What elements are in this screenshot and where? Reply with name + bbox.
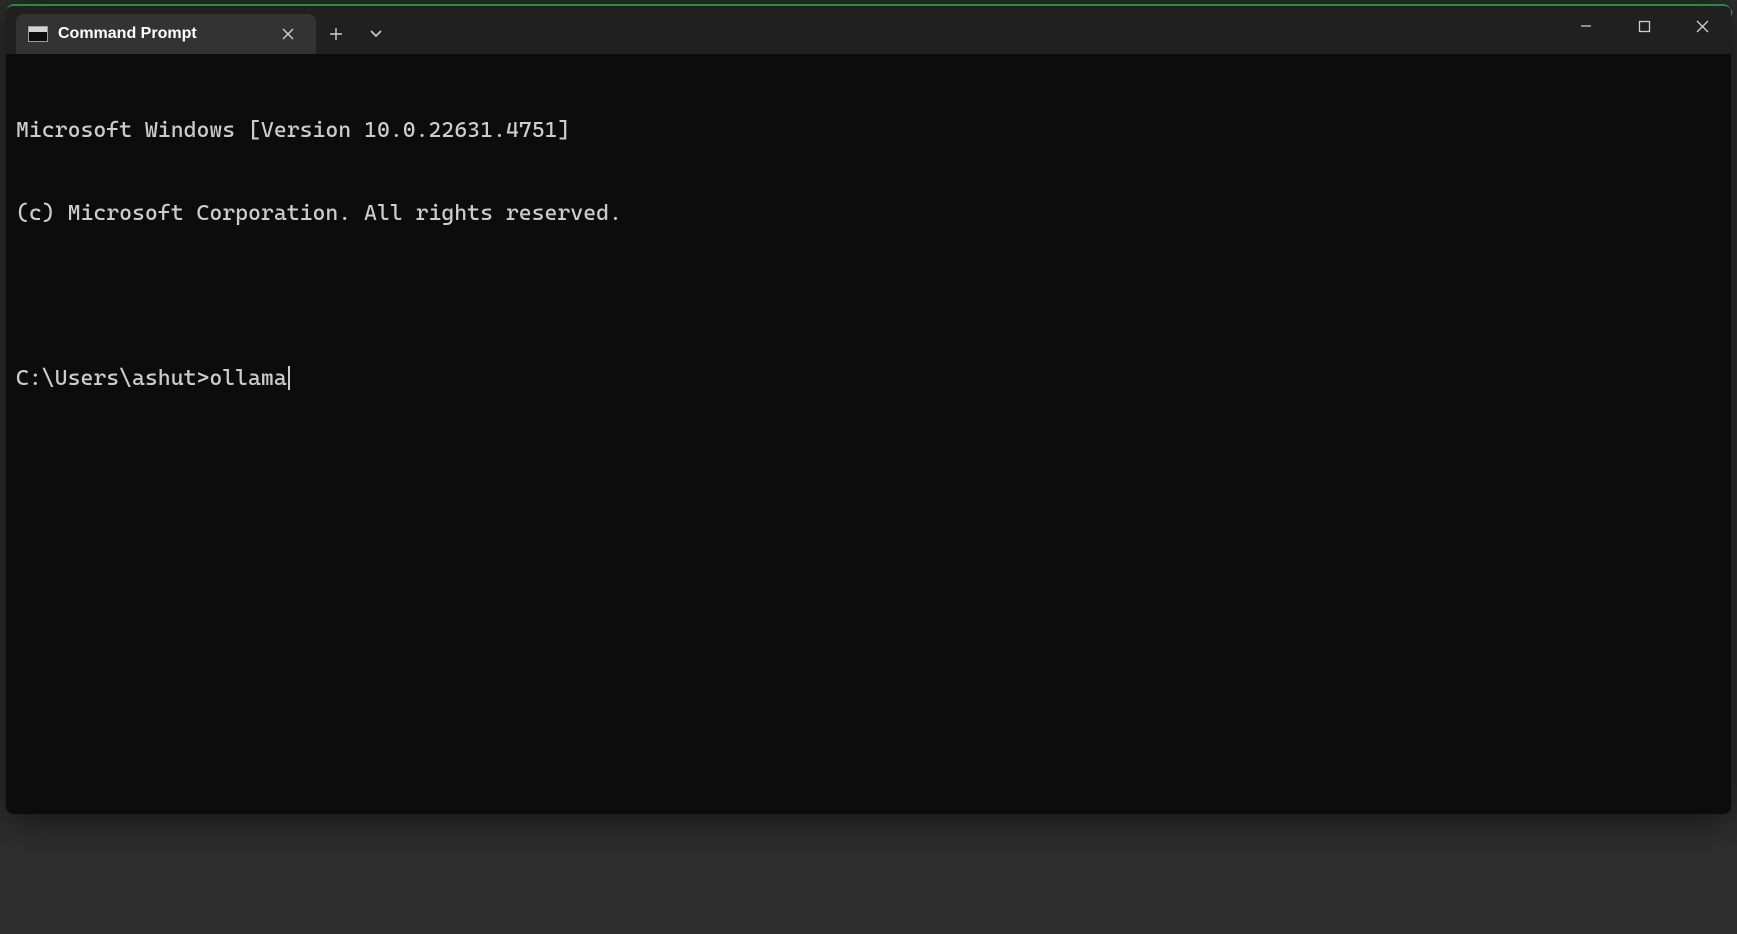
terminal-line-2: (c) Microsoft Corporation. All rights re…	[16, 200, 1721, 228]
terminal-window: Command Prompt	[6, 4, 1731, 814]
new-tab-button[interactable]	[316, 14, 356, 54]
terminal-blank-line	[16, 282, 1721, 310]
terminal-viewport[interactable]: Microsoft Windows [Version 10.0.22631.47…	[6, 54, 1731, 814]
close-icon	[1696, 20, 1709, 33]
titlebar[interactable]: Command Prompt	[6, 6, 1731, 54]
tab-dropdown-button[interactable]	[356, 14, 396, 54]
terminal-prompt-line: C:\Users\ashut>ollama	[16, 365, 1721, 393]
tab-title: Command Prompt	[58, 25, 264, 43]
terminal-input-text[interactable]: ollama	[209, 365, 286, 393]
tab-command-prompt[interactable]: Command Prompt	[16, 14, 316, 54]
cmd-icon	[28, 26, 48, 42]
plus-icon	[329, 27, 343, 41]
maximize-button[interactable]	[1615, 6, 1673, 46]
close-icon	[282, 28, 294, 40]
tab-close-button[interactable]	[274, 20, 302, 48]
close-window-button[interactable]	[1673, 6, 1731, 46]
maximize-icon	[1638, 20, 1651, 33]
terminal-line-1: Microsoft Windows [Version 10.0.22631.47…	[16, 117, 1721, 145]
terminal-prompt: C:\Users\ashut>	[16, 365, 209, 393]
terminal-cursor	[288, 366, 290, 390]
tabstrip: Command Prompt	[6, 6, 396, 54]
window-caption-buttons	[1557, 6, 1731, 46]
chevron-down-icon	[369, 29, 383, 39]
minimize-icon	[1579, 19, 1593, 33]
minimize-button[interactable]	[1557, 6, 1615, 46]
